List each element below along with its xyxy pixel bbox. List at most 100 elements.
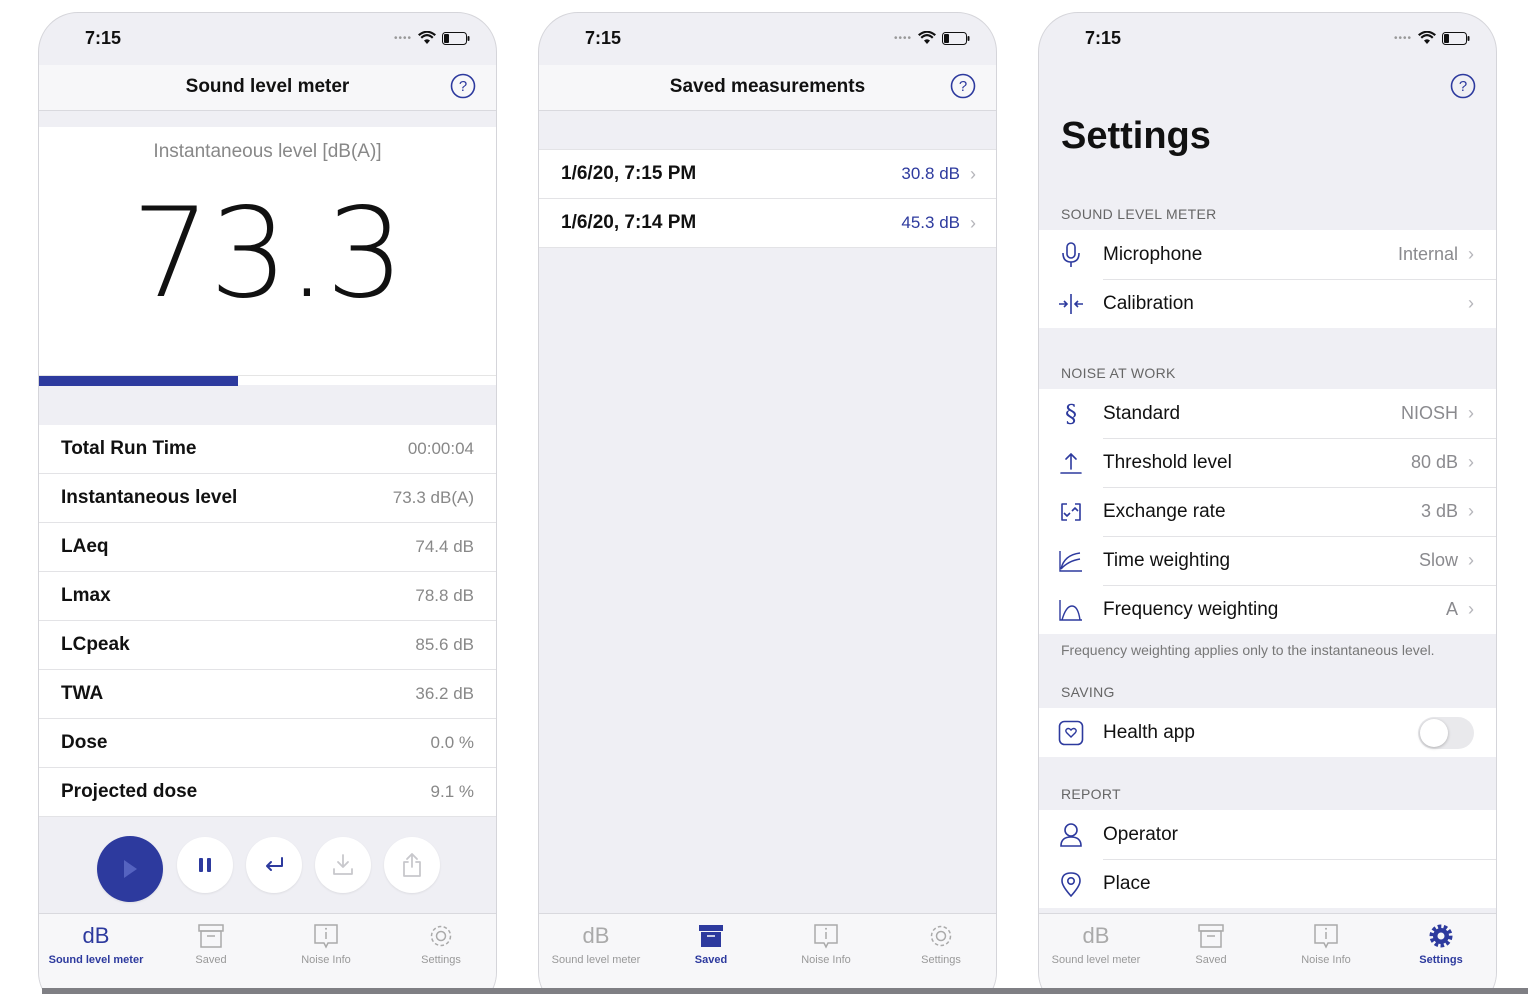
share-button[interactable]	[384, 837, 440, 893]
chevron-right-icon: ›	[970, 212, 976, 233]
chevron-right-icon: ›	[1468, 293, 1474, 313]
tab-settings[interactable]: Settings	[884, 920, 996, 966]
wifi-icon	[418, 31, 436, 44]
setting-standard[interactable]: § Standard NIOSH ›	[1039, 389, 1496, 438]
statistic-value: 73.3 dB(A)	[392, 488, 474, 507]
status-time: 7:15	[585, 28, 622, 48]
tab-sound-level-meter[interactable]: dB Sound level meter	[39, 920, 153, 966]
chevron-right-icon: ›	[1468, 501, 1474, 521]
phone-settings: 7:15 •••• ? Settings SOUND LEVEL METER M…	[1038, 12, 1497, 994]
level-bar	[39, 375, 496, 386]
play-button[interactable]	[97, 836, 163, 902]
section-header-saving: SAVING	[1061, 684, 1115, 700]
statistic-label: LCpeak	[61, 634, 130, 655]
tab-label: Noise Info	[1301, 954, 1351, 966]
setting-place[interactable]: Place	[1039, 859, 1496, 908]
setting-value: 80 dB	[1410, 452, 1458, 472]
tab-label: Noise Info	[301, 954, 351, 966]
status-time: 7:15	[1085, 28, 1122, 48]
setting-exchange-rate[interactable]: Exchange rate 3 dB ›	[1039, 487, 1496, 536]
measurement-date: 1/6/20, 7:15 PM	[561, 163, 697, 184]
measurement-value: 30.8 dB	[901, 164, 960, 183]
setting-calibration[interactable]: Calibration ›	[1039, 279, 1496, 328]
signal-icon: ••••	[393, 32, 412, 44]
statistic-value: 36.2 dB	[415, 684, 474, 703]
tab-settings[interactable]: Settings	[1384, 920, 1496, 966]
signal-icon: ••••	[1393, 32, 1412, 44]
navigation-bar: Sound level meter ?	[39, 65, 496, 111]
threshold-icon	[1060, 452, 1082, 474]
download-button[interactable]	[315, 837, 371, 893]
setting-time-weighting[interactable]: Time weighting Slow ›	[1039, 536, 1496, 585]
tab-noise-info[interactable]: Noise Info	[269, 920, 383, 966]
statistic-row: Instantaneous level 73.3 dB(A)	[39, 474, 496, 523]
tab-saved[interactable]: Saved	[1154, 920, 1268, 966]
pause-button[interactable]	[177, 837, 233, 893]
chevron-right-icon: ›	[970, 163, 976, 184]
tab-label: Saved	[195, 954, 227, 966]
tab-sound-level-meter[interactable]: dB Sound level meter	[539, 920, 653, 966]
info-icon	[1314, 924, 1338, 949]
signal-icon: ••••	[893, 32, 912, 44]
instantaneous-level-card: Instantaneous level [dB(A)] 73.3	[39, 127, 496, 385]
status-time: 7:15	[85, 28, 122, 48]
tab-sound-level-meter[interactable]: dB Sound level meter	[1039, 920, 1153, 966]
setting-microphone[interactable]: Microphone Internal ›	[1039, 230, 1496, 279]
battery-icon	[442, 31, 470, 45]
settings-group-report: Operator Place	[1039, 810, 1496, 908]
tab-noise-info[interactable]: Noise Info	[769, 920, 883, 966]
measurement-date: 1/6/20, 7:14 PM	[561, 212, 697, 233]
setting-operator[interactable]: Operator	[1039, 810, 1496, 859]
navigation-bar: Saved measurements ?	[539, 65, 996, 111]
setting-label: Standard	[1103, 402, 1181, 424]
help-icon[interactable]: ?	[1450, 73, 1476, 99]
tab-label: Sound level meter	[551, 954, 641, 966]
archive-icon	[699, 925, 723, 947]
tab-saved[interactable]: Saved	[654, 920, 768, 966]
setting-threshold-level[interactable]: Threshold level 80 dB ›	[1039, 438, 1496, 487]
tab-noise-info[interactable]: Noise Info	[1269, 920, 1383, 966]
list-item[interactable]: 1/6/20, 7:15 PM 30.8 dB ›	[539, 150, 996, 199]
help-icon[interactable]: ?	[450, 73, 476, 99]
settings-group-sound-level-meter: Microphone Internal › Calibration ›	[1039, 230, 1496, 328]
tab-bar: dB Sound level meter Saved Noise Info Se…	[539, 913, 996, 994]
page-title: Sound level meter	[185, 76, 350, 97]
saved-measurements-list: 1/6/20, 7:15 PM 30.8 dB › 1/6/20, 7:14 PM…	[539, 149, 996, 248]
toggle-knob	[1420, 718, 1448, 747]
statistic-row: TWA 36.2 dB	[39, 670, 496, 719]
db-icon: dB	[1082, 923, 1110, 948]
pause-icon	[199, 858, 211, 872]
microphone-icon	[1062, 241, 1080, 267]
section-sign-icon: §	[1065, 399, 1077, 428]
statistic-label: Instantaneous level	[61, 487, 238, 508]
health-app-toggle[interactable]	[1418, 716, 1474, 749]
reset-button[interactable]	[246, 837, 302, 893]
section-header-noise-at-work: NOISE AT WORK	[1061, 365, 1176, 381]
calibration-icon	[1059, 293, 1083, 314]
setting-label: Frequency weighting	[1103, 598, 1279, 620]
tab-label: Settings	[421, 954, 461, 966]
settings-group-noise-at-work: § Standard NIOSH › Threshold level 80 dB…	[1039, 389, 1496, 634]
statistic-value: 85.6 dB	[415, 635, 474, 654]
status-bar: 7:15 ••••	[539, 13, 996, 65]
measurement-value: 45.3 dB	[901, 213, 960, 232]
level-bar-fill	[39, 376, 238, 386]
list-item[interactable]: 1/6/20, 7:14 PM 45.3 dB ›	[539, 199, 996, 248]
setting-label: Operator	[1103, 823, 1178, 845]
chevron-right-icon: ›	[1468, 452, 1474, 472]
tab-label: Saved	[694, 954, 728, 966]
statistic-value: 0.0 %	[430, 733, 474, 752]
page-title: Settings	[1061, 115, 1211, 157]
help-icon[interactable]: ?	[950, 73, 976, 99]
setting-frequency-weighting[interactable]: Frequency weighting A ›	[1039, 585, 1496, 634]
setting-label: Microphone	[1103, 243, 1203, 265]
download-icon	[333, 854, 353, 875]
tab-saved[interactable]: Saved	[154, 920, 268, 966]
setting-value: Internal	[1397, 244, 1458, 264]
section-header-report: REPORT	[1061, 786, 1121, 802]
info-icon	[814, 924, 838, 949]
page-title: Saved measurements	[669, 76, 866, 97]
tab-bar: dB Sound level meter Saved Noise Info Se…	[39, 913, 496, 994]
time-weighting-icon	[1059, 550, 1082, 572]
tab-settings[interactable]: Settings	[384, 920, 496, 966]
